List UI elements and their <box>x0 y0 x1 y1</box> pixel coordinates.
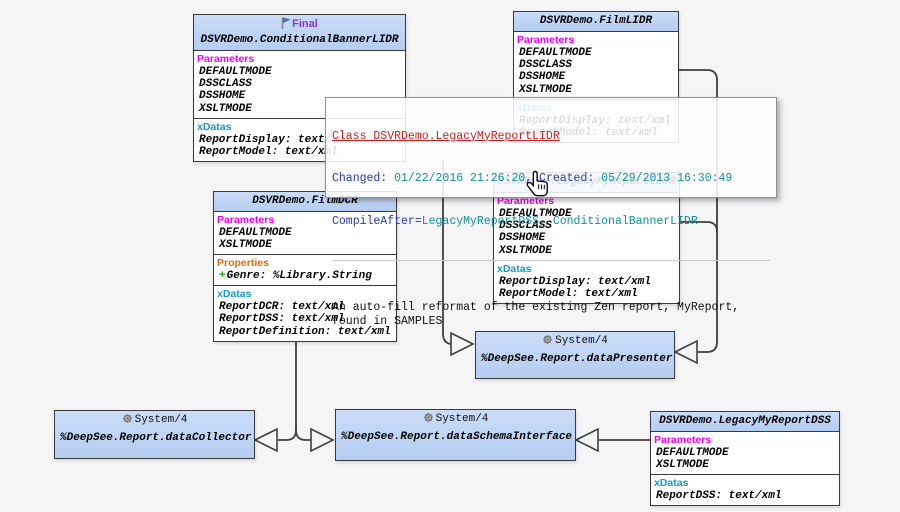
parameter-row: DSSCLASS <box>514 59 678 71</box>
class-title: DSVRDemo.ConditionalBannerLIDR <box>197 33 402 47</box>
parameter-row: DEFAULTMODE <box>651 447 839 459</box>
class-box-legacymyreportdss[interactable]: DSVRDemo.LegacyMyReportDSS Parameters DE… <box>650 411 840 506</box>
tooltip-divider <box>332 260 770 261</box>
stereotype-system: System/4 <box>339 412 572 428</box>
section-label-parameters: Parameters <box>194 52 405 66</box>
inheritance-arrow-schema-right <box>576 429 598 451</box>
class-box-dataschemainterface[interactable]: System/4 %DeepSee.Report.dataSchemaInter… <box>335 409 576 461</box>
box-header[interactable]: DSVRDemo.LegacyMyReportDSS <box>651 412 839 431</box>
box-header[interactable]: Final DSVRDemo.ConditionalBannerLIDR <box>194 15 405 50</box>
box-header[interactable]: DSVRDemo.FilmLIDR <box>514 12 678 31</box>
parameter-row: DEFAULTMODE <box>194 66 405 78</box>
tooltip-compileafter: CompileAfter=LegacyMyReportDSS, Conditio… <box>332 215 770 229</box>
xdatas-section: xDatas ReportDSS: text/xml <box>651 474 839 505</box>
flag-icon <box>281 17 290 33</box>
box-header[interactable]: System/4 %DeepSee.Report.dataSchemaInter… <box>336 410 575 450</box>
changed-value: 01/22/2016 21:26:20 <box>394 172 525 185</box>
stereotype-label: System/4 <box>436 413 489 425</box>
inheritance-arrow-collector <box>255 429 277 451</box>
inheritance-arrow-schema-left <box>311 429 333 451</box>
hand-cursor-icon <box>524 169 552 205</box>
add-property-icon: + <box>219 270 226 282</box>
compileafter-value: LegacyMyReportDSS, ConditionalBannerLIDR <box>422 215 698 228</box>
parameter-row: DSSHOME <box>514 71 678 83</box>
parameter-row: XSLTMODE <box>651 459 839 471</box>
section-label-xdatas: xDatas <box>651 476 839 490</box>
class-title: DSVRDemo.LegacyMyReportDSS <box>654 414 836 428</box>
changed-label: Changed: <box>332 172 394 185</box>
tooltip-description: An auto-fill reformat of the existing Ze… <box>332 301 770 330</box>
parameter-row: DEFAULTMODE <box>514 47 678 59</box>
class-box-datacollector[interactable]: System/4 %DeepSee.Report.dataCollector <box>54 410 255 459</box>
box-header[interactable]: System/4 %DeepSee.Report.dataCollector <box>55 411 254 451</box>
tooltip-class-link[interactable]: Class DSVRDemo.LegacyMyReportLIDR <box>332 130 560 143</box>
parameters-section: Parameters DEFAULTMODE XSLTMODE <box>651 431 839 474</box>
connector-filmdcr-schema <box>296 430 311 440</box>
stereotype-final: Final <box>197 17 402 33</box>
xdata-row: ReportModel: text/xml <box>494 288 679 300</box>
class-title: DSVRDemo.FilmLIDR <box>517 14 675 28</box>
description-line1: An auto-fill reformat of the existing Ze… <box>332 301 739 314</box>
connector-filmdcr-collector <box>278 334 296 440</box>
compileafter-label: CompileAfter= <box>332 215 422 228</box>
class-title: %DeepSee.Report.dataCollector <box>58 429 251 448</box>
parameters-section: Parameters DEFAULTMODE DSSCLASS DSSHOME … <box>514 31 678 99</box>
class-title: %DeepSee.Report.dataSchemaInterface <box>339 428 572 447</box>
gear-icon <box>423 412 434 428</box>
gear-icon <box>122 413 133 429</box>
stereotype-system: System/4 <box>58 413 251 429</box>
description-line2: found in SAMPLES <box>332 315 442 328</box>
parameter-row: XSLTMODE <box>514 84 678 96</box>
parameter-row: DSSCLASS <box>194 78 405 90</box>
class-diagram-canvas: Final DSVRDemo.ConditionalBannerLIDR Par… <box>0 0 900 512</box>
stereotype-label: System/4 <box>135 414 188 426</box>
section-label-parameters: Parameters <box>514 33 678 47</box>
stereotype-label: Final <box>292 18 318 30</box>
created-value: 05/29/2013 16:30:49 <box>601 172 732 185</box>
xdata-row: ReportDSS: text/xml <box>651 490 839 502</box>
section-label-parameters: Parameters <box>651 433 839 447</box>
